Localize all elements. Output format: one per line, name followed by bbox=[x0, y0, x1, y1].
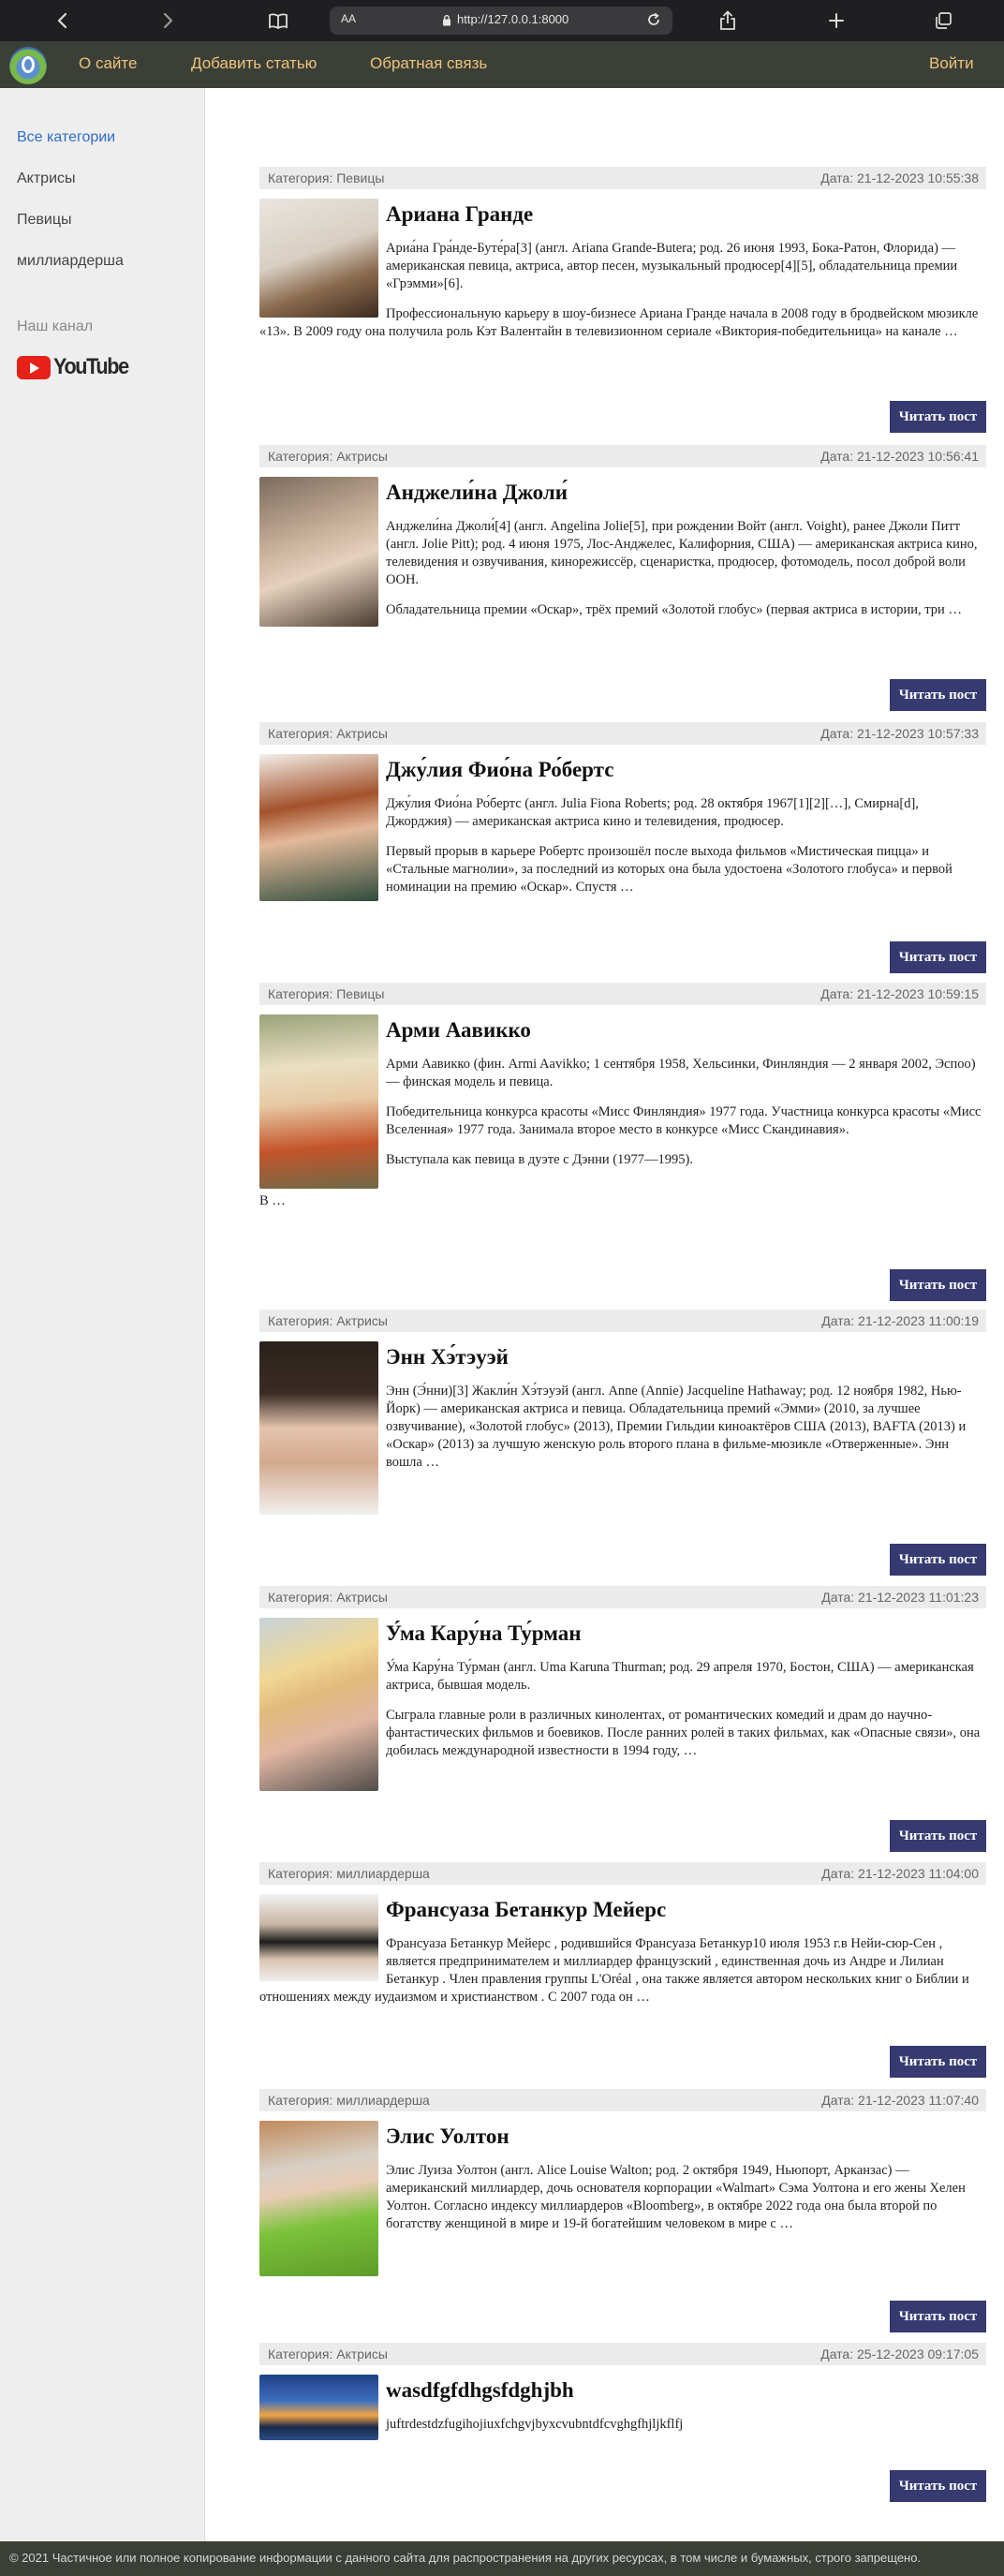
post-card: Категория: Певицы Дата: 21-12-2023 10:59… bbox=[259, 983, 986, 1301]
post-meta: Категория: Певицы Дата: 21-12-2023 10:55… bbox=[259, 167, 986, 189]
read-post-button[interactable]: Читать пост bbox=[890, 401, 986, 433]
post-category: Категория: Актрисы bbox=[268, 1590, 388, 1605]
post-category: Категория: Актрисы bbox=[268, 726, 388, 741]
youtube-wordmark: YouTube bbox=[53, 354, 129, 379]
post-date: Дата: 25-12-2023 09:17:05 bbox=[820, 2347, 979, 2361]
post-card: Категория: Актрисы Дата: 21-12-2023 11:0… bbox=[259, 1310, 986, 1577]
post-card: Категория: Актрисы Дата: 21-12-2023 10:5… bbox=[259, 445, 986, 715]
post-photo bbox=[259, 1014, 378, 1189]
post-meta: Категория: Актрисы Дата: 21-12-2023 11:0… bbox=[259, 1586, 986, 1608]
reader-book-icon[interactable] bbox=[264, 7, 292, 34]
nav-feedback-link[interactable]: Обратная связь bbox=[370, 54, 487, 73]
post-card: Категория: Актрисы Дата: 21-12-2023 10:5… bbox=[259, 722, 986, 975]
post-photo bbox=[259, 2375, 378, 2440]
read-post-button[interactable]: Читать пост bbox=[890, 2470, 986, 2502]
sidebar: Все категории Актрисы Певицы миллиардерш… bbox=[0, 88, 205, 2541]
post-meta: Категория: Актрисы Дата: 21-12-2023 10:5… bbox=[259, 445, 986, 467]
read-post-button[interactable]: Читать пост bbox=[890, 941, 986, 973]
back-icon[interactable] bbox=[51, 7, 73, 34]
post-category: Категория: миллиардерша bbox=[268, 1866, 430, 1881]
post-photo bbox=[259, 477, 378, 627]
read-post-button[interactable]: Читать пост bbox=[890, 1269, 986, 1301]
sidebar-category-singers[interactable]: Певицы bbox=[17, 212, 72, 229]
post-date: Дата: 21-12-2023 10:56:41 bbox=[820, 449, 979, 464]
sidebar-category-actresses[interactable]: Актрисы bbox=[17, 170, 76, 187]
post-meta: Категория: Актрисы Дата: 21-12-2023 10:5… bbox=[259, 722, 986, 745]
channel-label: Наш канал bbox=[17, 318, 94, 334]
post-date: Дата: 21-12-2023 11:00:19 bbox=[821, 1313, 979, 1328]
nav-add-article-link[interactable]: Добавить статью bbox=[191, 54, 317, 73]
copyright-text: © 2021 Частичное или полное копирование … bbox=[9, 2551, 922, 2565]
read-post-button[interactable]: Читать пост bbox=[890, 1820, 986, 1852]
address-bar[interactable]: AA http://127.0.0.1:8000 bbox=[330, 7, 672, 35]
post-date: Дата: 21-12-2023 11:07:40 bbox=[821, 2093, 979, 2108]
post-meta: Категория: миллиардерша Дата: 21-12-2023… bbox=[259, 1862, 986, 1885]
post-meta: Категория: Актрисы Дата: 21-12-2023 11:0… bbox=[259, 1310, 986, 1332]
post-card: Категория: Актрисы Дата: 21-12-2023 11:0… bbox=[259, 1586, 986, 1854]
browser-toolbar: AA http://127.0.0.1:8000 bbox=[0, 0, 1004, 41]
post-category: Категория: Певицы bbox=[268, 170, 385, 185]
post-photo bbox=[259, 2121, 378, 2276]
post-meta: Категория: Певицы Дата: 21-12-2023 10:59… bbox=[259, 983, 986, 1005]
read-post-button[interactable]: Читать пост bbox=[890, 1544, 986, 1576]
post-category: Категория: Певицы bbox=[268, 986, 385, 1001]
post-category: Категория: Актрисы bbox=[268, 1313, 388, 1328]
post-date: Дата: 21-12-2023 11:04:00 bbox=[821, 1866, 979, 1881]
share-icon[interactable] bbox=[716, 7, 740, 34]
post-text: В … bbox=[259, 1193, 286, 1208]
post-category: Категория: миллиардерша bbox=[268, 2093, 430, 2108]
read-post-button[interactable]: Читать пост bbox=[890, 679, 986, 711]
nav-about-link[interactable]: О сайте bbox=[79, 54, 137, 73]
nav-login-link[interactable]: Войти bbox=[929, 54, 974, 73]
post-photo bbox=[259, 1341, 378, 1515]
tabs-overview-icon[interactable] bbox=[931, 7, 955, 34]
post-photo bbox=[259, 1618, 378, 1791]
post-date: Дата: 21-12-2023 11:01:23 bbox=[821, 1590, 979, 1605]
youtube-play-icon bbox=[17, 355, 51, 379]
post-card: Категория: Актрисы Дата: 25-12-2023 09:1… bbox=[259, 2343, 986, 2517]
sidebar-category-all[interactable]: Все категории bbox=[17, 129, 115, 146]
post-date: Дата: 21-12-2023 10:57:33 bbox=[820, 726, 979, 741]
site-footer: © 2021 Частичное или полное копирование … bbox=[0, 2541, 1004, 2576]
new-tab-icon[interactable] bbox=[824, 7, 849, 34]
post-date: Дата: 21-12-2023 10:55:38 bbox=[820, 170, 979, 185]
post-meta: Категория: Актрисы Дата: 25-12-2023 09:1… bbox=[259, 2343, 986, 2365]
text-size-button[interactable]: AA bbox=[341, 12, 356, 25]
post-category: Категория: Актрисы bbox=[268, 449, 388, 464]
post-photo bbox=[259, 199, 378, 318]
forward-icon[interactable] bbox=[157, 7, 180, 34]
post-photo bbox=[259, 754, 378, 901]
read-post-button[interactable]: Читать пост bbox=[890, 2301, 986, 2332]
youtube-link[interactable]: YouTube bbox=[17, 352, 137, 382]
post-card: Категория: миллиардерша Дата: 21-12-2023… bbox=[259, 1862, 986, 2080]
post-photo bbox=[259, 1894, 378, 1981]
site-logo[interactable] bbox=[9, 47, 47, 84]
post-category: Категория: Актрисы bbox=[268, 2347, 388, 2361]
sidebar-category-billionaires[interactable]: миллиардерша bbox=[17, 253, 124, 270]
post-date: Дата: 21-12-2023 10:59:15 bbox=[820, 986, 979, 1001]
lock-icon bbox=[442, 14, 451, 31]
read-post-button[interactable]: Читать пост bbox=[890, 2046, 986, 2078]
site-navbar: О сайте Добавить статью Обратная связь В… bbox=[0, 41, 1004, 88]
post-card: Категория: Певицы Дата: 21-12-2023 10:55… bbox=[259, 167, 986, 437]
post-card: Категория: миллиардерша Дата: 21-12-2023… bbox=[259, 2089, 986, 2334]
reload-icon[interactable] bbox=[646, 12, 661, 32]
url-text: http://127.0.0.1:8000 bbox=[457, 12, 569, 26]
post-meta: Категория: миллиардерша Дата: 21-12-2023… bbox=[259, 2089, 986, 2111]
